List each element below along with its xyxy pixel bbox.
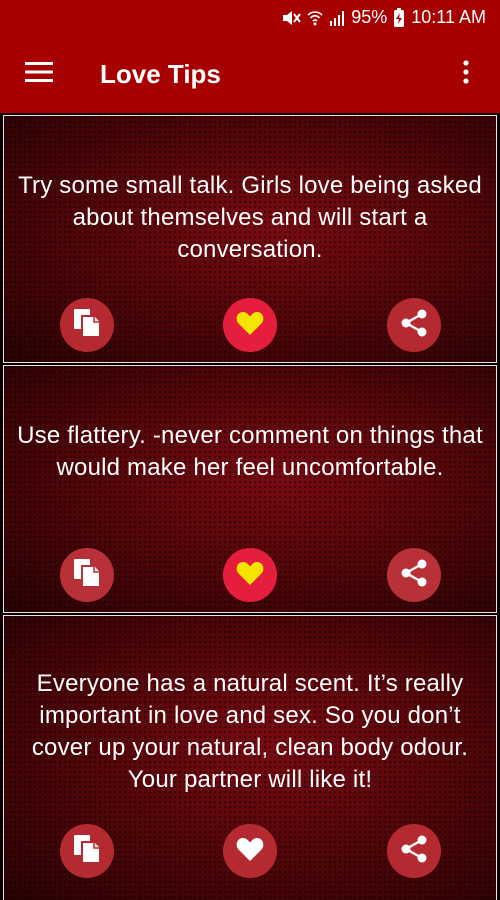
page-title: Love Tips [100,58,221,89]
menu-button[interactable] [0,35,78,113]
copy-button[interactable] [60,548,114,602]
app-screen: 95% 10:11 AM Love Tips Try some small ta… [0,0,500,900]
heart-icon [236,560,264,591]
copy-button[interactable] [60,298,114,352]
share-icon [399,834,429,869]
tip-text: Use flattery. -never comment on things t… [17,422,483,481]
clock: 10:11 AM [411,7,486,27]
wifi-icon [307,9,323,27]
tips-list[interactable]: Try some small talk. Girls love being as… [0,113,500,900]
tip-card: Everyone has a natural scent. It’s reall… [3,615,497,900]
favorite-button[interactable] [223,548,277,602]
signal-icon [329,9,345,27]
heart-icon [236,836,264,867]
more-options-button[interactable] [446,53,486,95]
battery-level: 95% [351,7,388,27]
share-button[interactable] [387,548,441,602]
share-button[interactable] [387,824,441,878]
share-icon [399,308,429,343]
app-bar: Love Tips [0,35,500,113]
favorite-button[interactable] [223,298,277,352]
mute-icon [281,9,302,27]
copy-icon [72,557,102,594]
battery-charging-icon [393,7,405,28]
status-icons: 95% 10:11 AM [281,7,486,28]
favorite-button[interactable] [223,824,277,878]
copy-icon [72,307,102,344]
copy-icon [72,833,102,870]
tip-actions [4,298,496,354]
copy-button[interactable] [60,824,114,878]
share-button[interactable] [387,298,441,352]
more-vert-icon [462,59,470,89]
tip-card: Use flattery. -never comment on things t… [3,365,497,613]
tip-card: Try some small talk. Girls love being as… [3,115,497,363]
tip-actions [4,824,496,880]
tip-text: Everyone has a natural scent. It’s reall… [31,670,469,793]
heart-icon [236,310,264,341]
status-bar: 95% 10:11 AM [0,0,500,35]
hamburger-menu-icon [25,61,53,87]
share-icon [399,558,429,593]
tip-text: Try some small talk. Girls love being as… [18,172,482,263]
tip-actions [4,548,496,604]
